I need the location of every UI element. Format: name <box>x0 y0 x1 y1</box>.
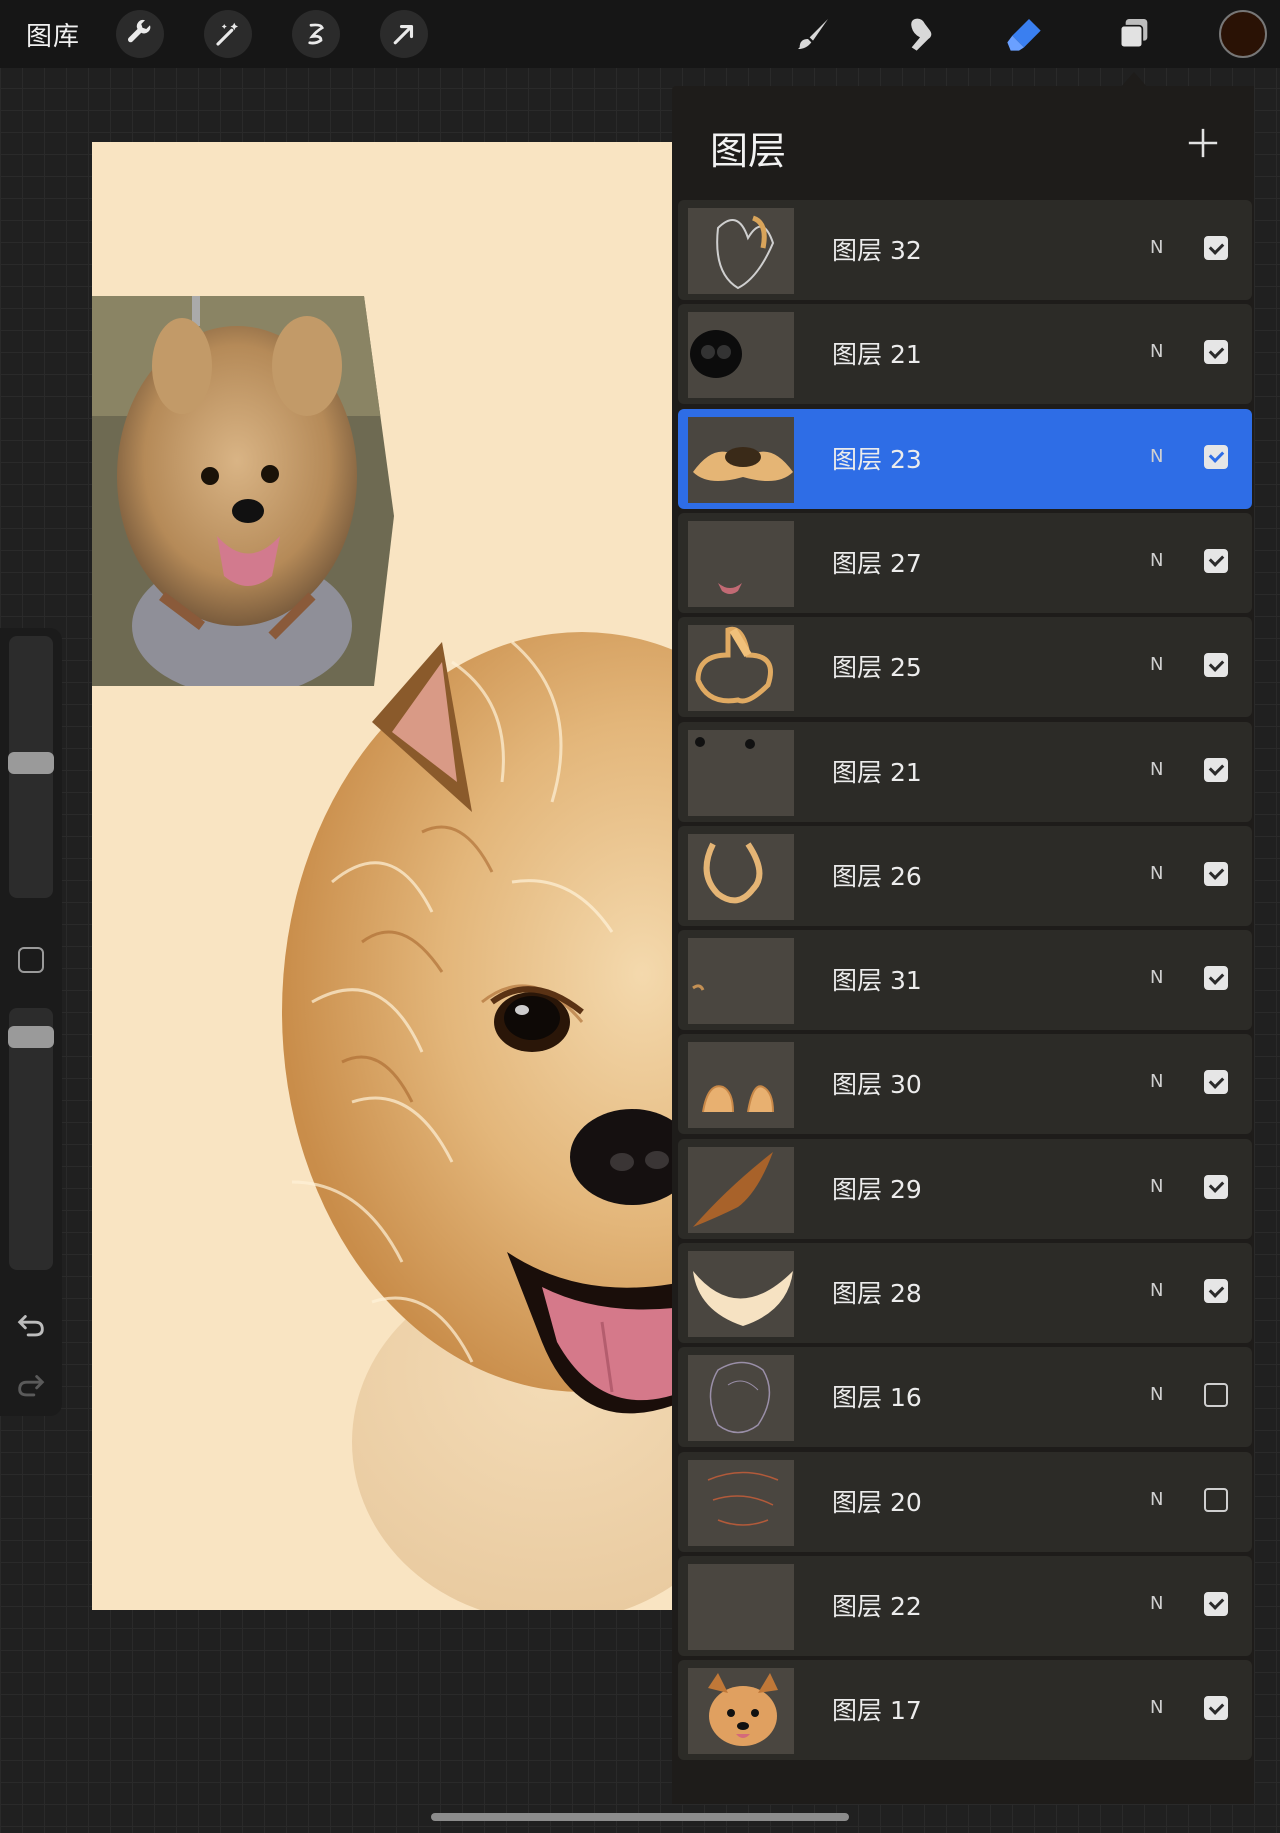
blend-mode-button[interactable]: N <box>1150 341 1163 362</box>
opacity-handle[interactable] <box>8 1026 54 1048</box>
layer-visibility-checkbox[interactable] <box>1204 861 1228 886</box>
blend-mode-button[interactable]: N <box>1150 863 1163 884</box>
layer-row[interactable]: 图层 26 N <box>678 825 1252 926</box>
layer-name: 图层 26 <box>832 861 922 891</box>
home-indicator[interactable] <box>431 1813 849 1821</box>
layer-visibility-checkbox[interactable] <box>1204 1696 1228 1721</box>
redo-icon[interactable] <box>14 1368 48 1402</box>
layers-icon[interactable] <box>1110 10 1158 58</box>
layer-visibility-checkbox[interactable] <box>1204 1070 1228 1095</box>
layer-row[interactable]: 图层 21 N <box>678 304 1252 405</box>
layer-name: 图层 16 <box>832 1383 922 1413</box>
layer-row[interactable]: 图层 16 N <box>678 1347 1252 1448</box>
layer-thumbnail[interactable] <box>688 312 794 399</box>
layer-visibility-checkbox[interactable] <box>1204 1487 1228 1512</box>
smudge-icon[interactable] <box>896 10 944 58</box>
layer-visibility-checkbox[interactable] <box>1204 548 1228 573</box>
layer-visibility-checkbox[interactable] <box>1204 1279 1228 1303</box>
layer-visibility-checkbox[interactable] <box>1204 1591 1228 1616</box>
layer-row[interactable]: 图层 22 N <box>678 1555 1252 1656</box>
layer-visibility-checkbox[interactable] <box>1204 340 1228 365</box>
layer-name: 图层 30 <box>832 1070 922 1100</box>
blend-mode-button[interactable]: N <box>1150 1384 1163 1405</box>
brush-icon[interactable] <box>789 10 837 58</box>
blend-mode-button[interactable]: N <box>1150 1489 1163 1510</box>
selection-icon[interactable] <box>292 10 340 58</box>
layer-visibility-checkbox[interactable] <box>1204 444 1228 469</box>
blend-mode-button[interactable]: N <box>1150 1593 1163 1614</box>
eraser-icon[interactable] <box>1000 10 1048 58</box>
layer-thumbnail[interactable] <box>688 1459 794 1546</box>
layer-name: 图层 17 <box>832 1696 922 1726</box>
layer-row[interactable]: 图层 28 N <box>678 1243 1252 1343</box>
layer-row[interactable]: 图层 25 N <box>678 617 1252 718</box>
brush-size-handle[interactable] <box>8 752 54 774</box>
dog-illustration <box>282 632 672 1610</box>
layer-thumbnail[interactable] <box>688 208 794 294</box>
layer-name: 图层 28 <box>832 1279 922 1308</box>
layer-visibility-checkbox[interactable] <box>1204 1383 1228 1408</box>
layer-name: 图层 20 <box>832 1487 922 1517</box>
blend-mode-button[interactable]: N <box>1150 967 1163 988</box>
blend-mode-button[interactable]: N <box>1150 550 1163 571</box>
layer-row[interactable]: 图层 29 N <box>678 1138 1252 1239</box>
layer-name: 图层 25 <box>832 653 922 683</box>
wrench-icon[interactable] <box>116 10 164 58</box>
modify-button[interactable] <box>18 947 44 973</box>
layer-thumbnail[interactable] <box>688 1355 794 1442</box>
blend-mode-button[interactable]: N <box>1150 1697 1163 1718</box>
layer-name: 图层 21 <box>832 757 922 787</box>
blend-mode-button[interactable]: N <box>1150 1176 1163 1197</box>
layers-panel: 图层 图层 32 N 图层 21 N 图层 23 N 图层 27 N 图层 25 N 图层 21 N 图… <box>672 86 1254 1804</box>
magic-wand-icon[interactable] <box>204 10 252 58</box>
layer-row[interactable]: 图层 30 N <box>678 1034 1252 1135</box>
layer-row[interactable]: 图层 27 N <box>678 512 1252 613</box>
layer-row[interactable]: 图层 21 N <box>678 721 1252 822</box>
blend-mode-button[interactable]: N <box>1150 237 1163 258</box>
layer-thumbnail[interactable] <box>688 729 794 816</box>
layer-row[interactable]: 图层 31 N <box>678 930 1252 1031</box>
gallery-button[interactable]: 图库 <box>26 16 80 53</box>
layer-thumbnail[interactable] <box>688 1668 794 1755</box>
left-sidebar <box>0 628 62 1416</box>
layer-name: 图层 29 <box>832 1174 922 1204</box>
layer-thumbnail[interactable] <box>688 1042 794 1129</box>
layer-thumbnail[interactable] <box>688 520 794 607</box>
layers-panel-title: 图层 <box>710 129 787 173</box>
layer-visibility-checkbox[interactable] <box>1204 966 1228 991</box>
layer-row[interactable]: 图层 23 N <box>678 408 1252 509</box>
layer-thumbnail[interactable] <box>688 1146 794 1233</box>
layer-row[interactable]: 图层 32 N <box>678 200 1252 300</box>
add-layer-icon[interactable] <box>1186 126 1220 160</box>
color-picker-button[interactable] <box>1219 10 1267 58</box>
undo-icon[interactable] <box>14 1308 48 1342</box>
blend-mode-button[interactable]: N <box>1150 1071 1163 1092</box>
layer-name: 图层 21 <box>832 340 922 370</box>
layer-visibility-checkbox[interactable] <box>1204 653 1228 678</box>
artboard[interactable] <box>92 142 672 1610</box>
layer-name: 图层 22 <box>832 1591 922 1621</box>
layer-name: 图层 23 <box>832 444 922 474</box>
top-toolbar: 图库 <box>0 0 1280 68</box>
layer-row[interactable]: 图层 20 N <box>678 1451 1252 1552</box>
layer-row[interactable]: 图层 17 N <box>678 1660 1252 1761</box>
blend-mode-button[interactable]: N <box>1150 759 1163 780</box>
layer-name: 图层 32 <box>832 236 922 265</box>
layer-visibility-checkbox[interactable] <box>1204 1174 1228 1199</box>
layer-thumbnail[interactable] <box>688 625 794 712</box>
blend-mode-button[interactable]: N <box>1150 446 1163 467</box>
transform-arrow-icon[interactable] <box>380 10 428 58</box>
layer-thumbnail[interactable] <box>688 416 794 503</box>
layer-thumbnail[interactable] <box>688 1563 794 1650</box>
layer-name: 图层 27 <box>832 548 922 578</box>
layer-name: 图层 31 <box>832 966 922 996</box>
layer-thumbnail[interactable] <box>688 938 794 1025</box>
layer-visibility-checkbox[interactable] <box>1204 236 1228 260</box>
blend-mode-button[interactable]: N <box>1150 1280 1163 1301</box>
layer-thumbnail[interactable] <box>688 1251 794 1337</box>
layer-visibility-checkbox[interactable] <box>1204 757 1228 782</box>
blend-mode-button[interactable]: N <box>1150 654 1163 675</box>
layer-thumbnail[interactable] <box>688 833 794 920</box>
